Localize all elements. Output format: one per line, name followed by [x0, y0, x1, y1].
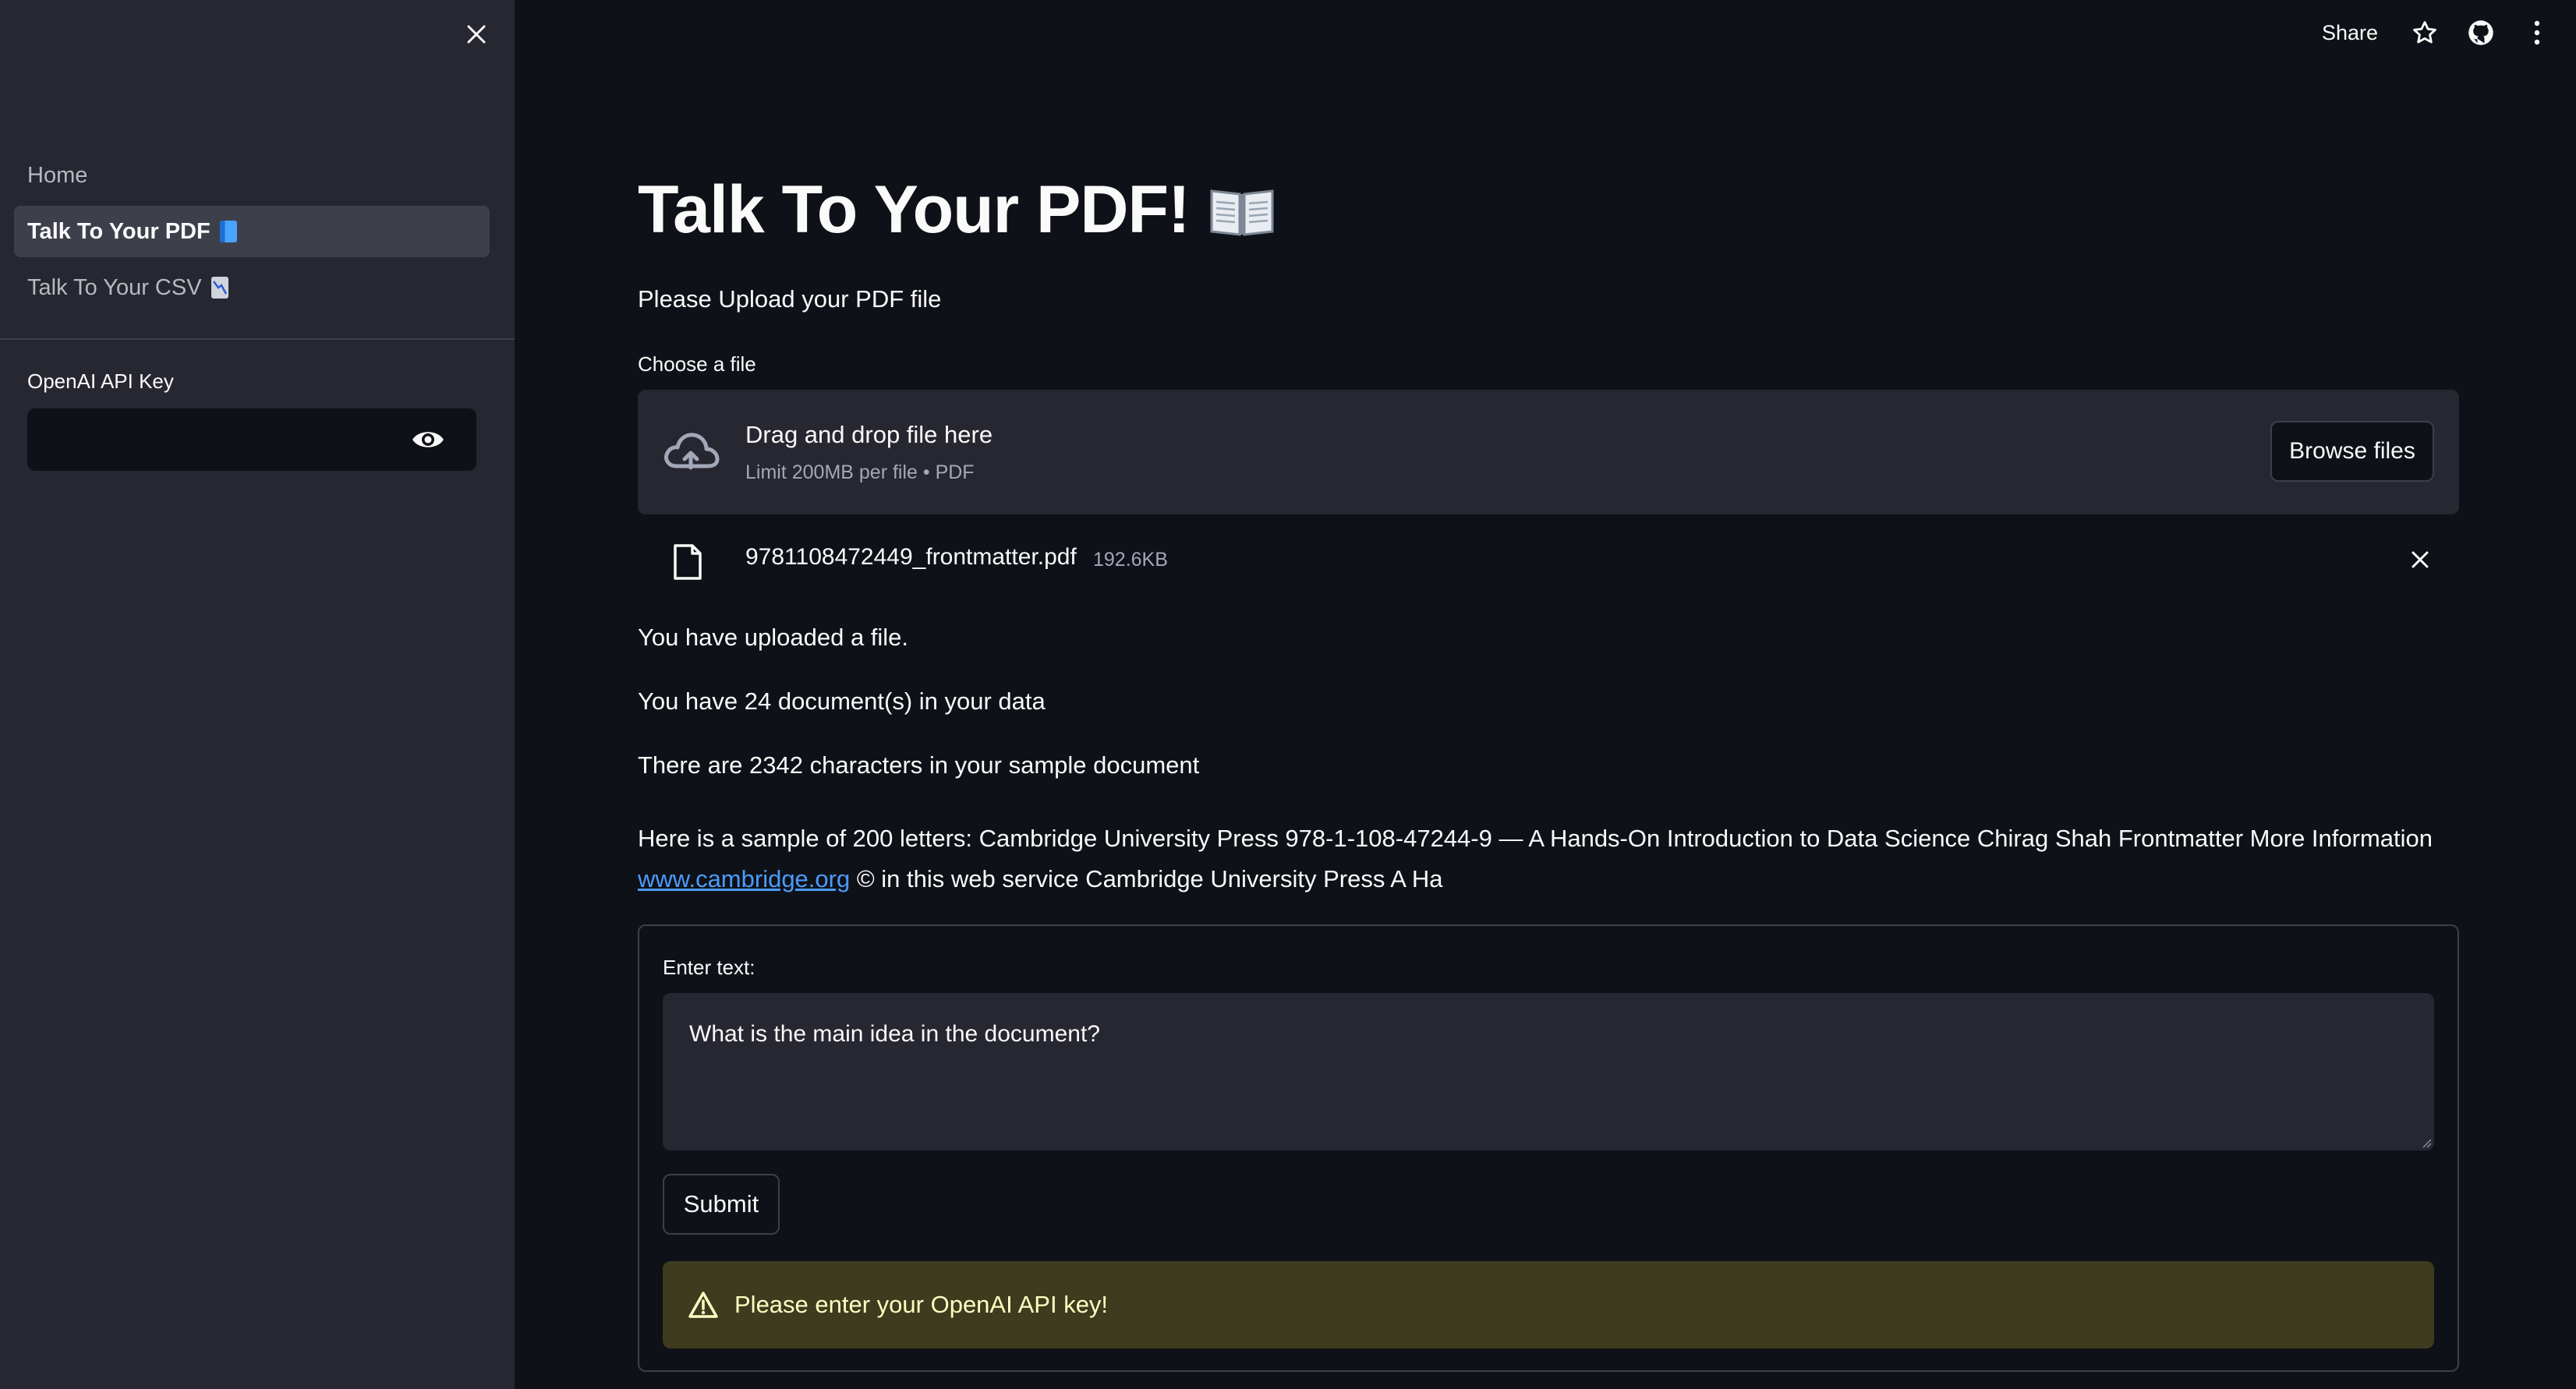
uploaded-file-name: 9781108472449_frontmatter.pdf [745, 544, 1077, 570]
more-vertical-icon [2534, 20, 2540, 45]
sample-text-prefix: Here is a sample of 200 letters: Cambrid… [638, 825, 2433, 852]
query-textarea-value: What is the main idea in the document? [689, 1021, 1100, 1047]
github-button[interactable] [2465, 17, 2496, 48]
warning-text: Please enter your OpenAI API key! [734, 1291, 1109, 1318]
cambridge-link[interactable]: www.cambridge.org [638, 865, 850, 892]
submit-button[interactable]: Submit [663, 1174, 780, 1235]
dropzone-title: Drag and drop file here [745, 421, 993, 448]
sidebar-nav: Home Talk To Your PDF Talk To Your CSV [14, 150, 490, 318]
more-menu-button[interactable] [2521, 17, 2553, 48]
resize-grip-icon[interactable] [2420, 1136, 2433, 1149]
star-icon [2413, 21, 2436, 44]
sidebar-item-label: Talk To Your CSV [27, 274, 202, 300]
query-form: Enter text: What is the main idea in the… [638, 924, 2459, 1372]
remove-file-button[interactable] [2404, 544, 2436, 575]
api-key-input[interactable] [27, 408, 476, 471]
page-title: Talk To Your PDF! [638, 171, 1276, 249]
open-book-icon [1210, 189, 1274, 236]
cloud-upload-icon [664, 433, 720, 470]
uploaded-file-size: 192.6KB [1093, 549, 1168, 571]
text-input-label: Enter text: [663, 956, 755, 979]
sidebar-item-talk-to-your-csv[interactable]: Talk To Your CSV [14, 262, 490, 313]
close-icon [2411, 551, 2429, 568]
sidebar-item-label: Home [27, 162, 88, 188]
dropzone-limit-text: Limit 200MB per file • PDF [745, 461, 975, 483]
file-icon [674, 544, 702, 580]
chart-decreasing-icon [211, 277, 228, 299]
status-message-document-count: You have 24 document(s) in your data [638, 687, 1046, 715]
file-uploader-label: Choose a file [638, 352, 756, 376]
warning-alert: Please enter your OpenAI API key! [663, 1261, 2434, 1348]
close-sidebar-button[interactable] [457, 17, 496, 51]
sample-text: Here is a sample of 200 letters: Cambrid… [638, 818, 2459, 899]
sidebar-item-talk-to-your-pdf[interactable]: Talk To Your PDF [14, 206, 490, 257]
blue-book-icon [219, 221, 237, 242]
share-button[interactable]: Share [2322, 21, 2378, 45]
close-icon [467, 25, 486, 44]
query-textarea[interactable]: What is the main idea in the document? [663, 993, 2434, 1150]
warning-icon [688, 1292, 718, 1318]
header-actions: Share [2322, 14, 2553, 51]
intro-text: Please Upload your PDF file [638, 285, 942, 313]
status-message-character-count: There are 2342 characters in your sample… [638, 751, 1200, 779]
browse-files-button[interactable]: Browse files [2270, 421, 2434, 482]
sidebar: Home Talk To Your PDF Talk To Your CSV O… [0, 0, 515, 1389]
file-dropzone[interactable]: Drag and drop file here Limit 200MB per … [638, 390, 2459, 514]
github-icon [2468, 20, 2493, 45]
sidebar-item-home[interactable]: Home [14, 150, 490, 201]
api-key-label: OpenAI API Key [27, 369, 174, 393]
star-button[interactable] [2409, 17, 2440, 48]
sidebar-divider [0, 338, 515, 340]
sidebar-item-label: Talk To Your PDF [27, 218, 211, 244]
status-message-uploaded: You have uploaded a file. [638, 624, 909, 651]
eye-icon[interactable] [411, 426, 445, 454]
page-title-text: Talk To Your PDF! [638, 172, 1191, 247]
uploaded-file-row: 9781108472449_frontmatter.pdf 192.6KB [638, 530, 2459, 592]
sample-text-suffix: © in this web service Cambridge Universi… [856, 865, 1443, 892]
